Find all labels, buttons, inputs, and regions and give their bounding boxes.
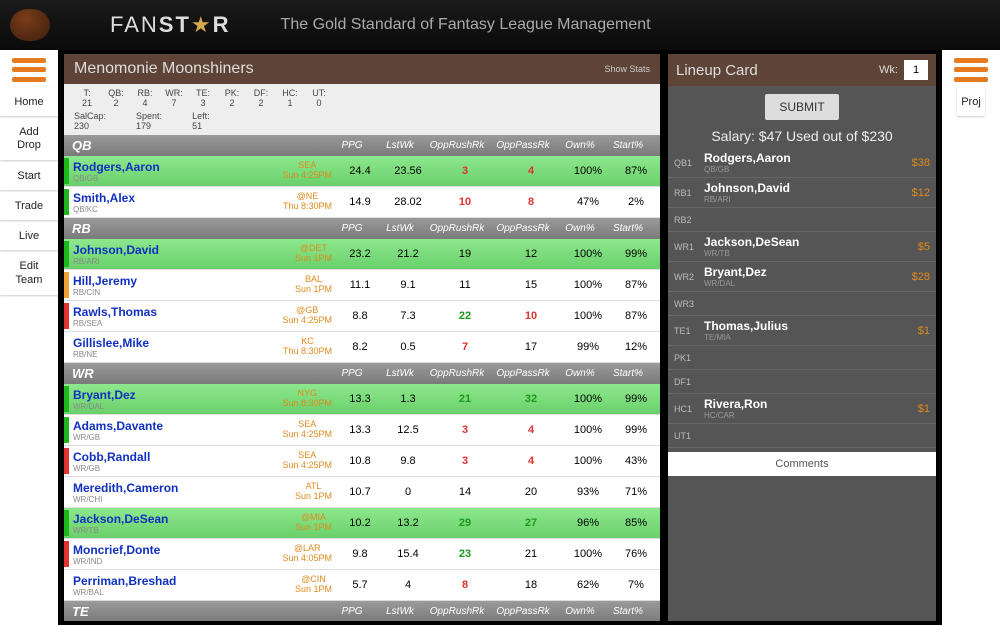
roster-meta: T:21 QB:2 RB:4 WR:7 TE:3 PK:2 DF:2 HC:1 … (64, 84, 660, 135)
player-row[interactable]: Hill,JeremyRB/CIN BALSun 1PM 11.1 9.1 11… (64, 270, 660, 301)
position-header: TEPPGLstWkOppRushRkOppPassRkOwn%Start% (64, 601, 660, 621)
hamburger-icon[interactable] (12, 56, 46, 84)
player-link[interactable]: Smith,Alex (73, 191, 135, 205)
comments-box[interactable]: Comments (668, 452, 936, 476)
left-nav: Home Add Drop Start Trade Live Edit Team (0, 50, 58, 625)
submit-button[interactable]: SUBMIT (765, 94, 838, 120)
lineup-slot[interactable]: RB2 (668, 208, 936, 232)
player-link[interactable]: Perriman,Breshad (73, 574, 176, 588)
player-link[interactable]: Johnson,David (73, 243, 159, 257)
player-row[interactable]: Meredith,CameronWR/CHI ATLSun 1PM 10.7 0… (64, 477, 660, 508)
opponent: @NEThu 8:30PM (283, 192, 332, 212)
opponent: @GBSun 4:25PM (282, 306, 332, 326)
nav-proj[interactable]: Proj (957, 88, 985, 116)
lineup-slot[interactable]: PK1 (668, 346, 936, 370)
lineup-slot[interactable]: TE1 Thomas,JuliusTE/MIA $1 (668, 316, 936, 346)
show-stats-link[interactable]: Show Stats (604, 64, 650, 74)
opponent: ATLSun 1PM (295, 482, 332, 502)
player-link[interactable]: Jackson,DeSean (73, 512, 168, 526)
opponent: @CINSun 1PM (295, 575, 332, 595)
lineup-slot[interactable]: WR3 (668, 292, 936, 316)
roster-panel: Menomonie Moonshiners Show Stats T:21 QB… (64, 54, 660, 621)
app-header: FANST★R The Gold Standard of Fantasy Lea… (0, 0, 1000, 50)
right-nav: Proj (942, 50, 1000, 625)
football-icon (10, 9, 50, 41)
player-row[interactable]: Adams,DavanteWR/GB SEASun 4:25PM 13.3 12… (64, 415, 660, 446)
lineup-slot[interactable]: RB1 Johnson,DavidRB/ARI $12 (668, 178, 936, 208)
lineup-slot[interactable]: UT1 (668, 424, 936, 448)
brand-logo: FANST★R (110, 12, 231, 38)
lineup-slot[interactable]: WR2 Bryant,DezWR/DAL $28 (668, 262, 936, 292)
opponent: KCThu 8:30PM (283, 337, 332, 357)
player-row[interactable]: Cobb,RandallWR/GB SEASun 4:25PM 10.8 9.8… (64, 446, 660, 477)
player-link[interactable]: Bryant,Dez (73, 388, 136, 402)
player-row[interactable]: Perriman,BreshadWR/BAL @CINSun 1PM 5.7 4… (64, 570, 660, 601)
opponent: @LARSun 4:05PM (282, 544, 332, 564)
nav-add-drop[interactable]: Add Drop (0, 118, 58, 160)
player-row[interactable]: Moncrief,DonteWR/IND @LARSun 4:05PM 9.8 … (64, 539, 660, 570)
opponent: @DETSun 1PM (295, 244, 332, 264)
player-link[interactable]: Rodgers,Aaron (73, 160, 160, 174)
nav-live[interactable]: Live (0, 222, 58, 250)
opponent: SEASun 4:25PM (282, 161, 332, 181)
player-link[interactable]: Gillislee,Mike (73, 336, 149, 350)
lineup-slot[interactable]: WR1 Jackson,DeSeanWR/TB $5 (668, 232, 936, 262)
opponent: @MIASun 1PM (295, 513, 332, 533)
salary-summary: Salary: $47 Used out of $230 (668, 124, 936, 148)
nav-edit-team[interactable]: Edit Team (0, 252, 58, 294)
lineup-title: Lineup Card (676, 62, 758, 79)
player-row[interactable]: Jackson,DeSeanWR/TB @MIASun 1PM 10.2 13.… (64, 508, 660, 539)
player-row[interactable]: Rawls,ThomasRB/SEA @GBSun 4:25PM 8.8 7.3… (64, 301, 660, 332)
tagline: The Gold Standard of Fantasy League Mana… (281, 16, 651, 34)
player-link[interactable]: Adams,Davante (73, 419, 163, 433)
player-row[interactable]: Smith,AlexQB/KC @NEThu 8:30PM 14.9 28.02… (64, 187, 660, 218)
team-name: Menomonie Moonshiners (74, 60, 254, 78)
player-link[interactable]: Hill,Jeremy (73, 274, 137, 288)
player-link[interactable]: Moncrief,Donte (73, 543, 160, 557)
week-input[interactable] (904, 60, 928, 80)
position-header: RBPPGLstWkOppRushRkOppPassRkOwn%Start% (64, 218, 660, 239)
nav-start[interactable]: Start (0, 162, 58, 190)
opponent: NYGSun 8:30PM (282, 389, 332, 409)
opponent: SEASun 4:25PM (282, 420, 332, 440)
lineup-slot[interactable]: HC1 Rivera,RonHC/CAR $1 (668, 394, 936, 424)
player-row[interactable]: Gillislee,MikeRB/NE KCThu 8:30PM 8.2 0.5… (64, 332, 660, 363)
star-icon: ★ (191, 12, 213, 37)
nav-trade[interactable]: Trade (0, 192, 58, 220)
opponent: BALSun 1PM (295, 275, 332, 295)
player-link[interactable]: Meredith,Cameron (73, 481, 178, 495)
position-header: WRPPGLstWkOppRushRkOppPassRkOwn%Start% (64, 363, 660, 384)
lineup-slot[interactable]: QB1 Rodgers,AaronQB/GB $38 (668, 148, 936, 178)
lineup-panel: Lineup Card Wk: SUBMIT Salary: $47 Used … (668, 54, 936, 621)
hamburger-icon-right[interactable] (954, 56, 988, 84)
nav-home[interactable]: Home (0, 88, 58, 116)
player-link[interactable]: Cobb,Randall (73, 450, 150, 464)
week-label: Wk: (879, 64, 898, 76)
player-row[interactable]: Johnson,DavidRB/ARI @DETSun 1PM 23.2 21.… (64, 239, 660, 270)
player-row[interactable]: Rodgers,AaronQB/GB SEASun 4:25PM 24.4 23… (64, 156, 660, 187)
player-link[interactable]: Rawls,Thomas (73, 305, 157, 319)
position-header: QBPPGLstWkOppRushRkOppPassRkOwn%Start% (64, 135, 660, 156)
opponent: SEASun 4:25PM (282, 451, 332, 471)
player-row[interactable]: Bryant,DezWR/DAL NYGSun 8:30PM 13.3 1.3 … (64, 384, 660, 415)
lineup-slot[interactable]: DF1 (668, 370, 936, 394)
